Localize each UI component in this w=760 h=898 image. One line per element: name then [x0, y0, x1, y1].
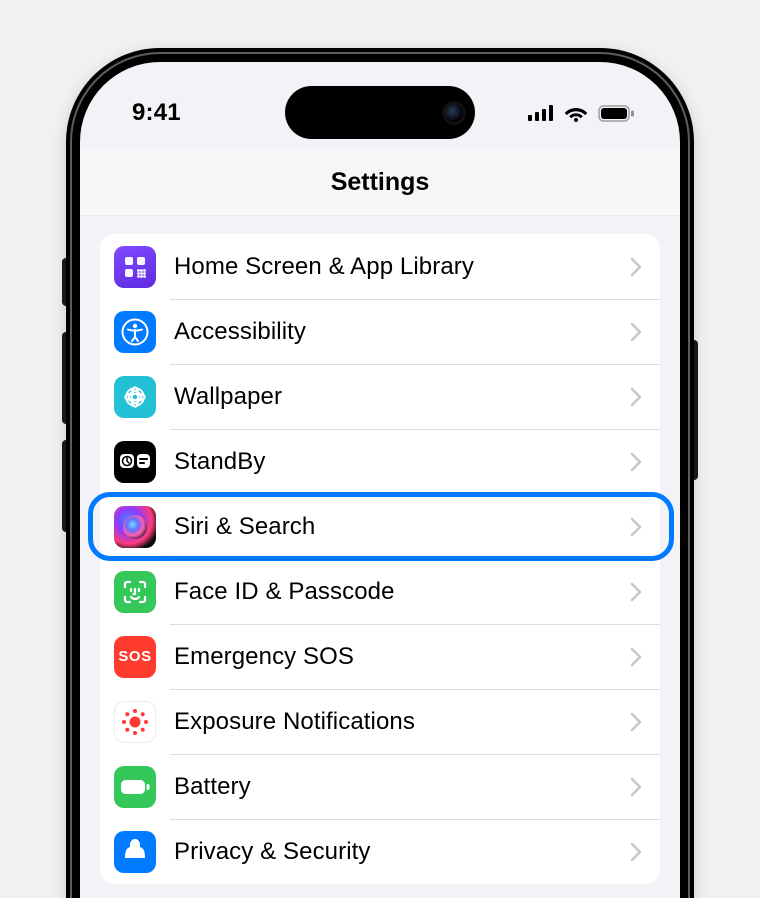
row-standby[interactable]: StandBy: [100, 429, 660, 494]
row-label: Emergency SOS: [174, 643, 630, 671]
row-siri-search[interactable]: Siri & Search: [100, 494, 660, 559]
row-label: StandBy: [174, 448, 630, 476]
row-label: Accessibility: [174, 318, 630, 346]
privacy-icon: [114, 831, 156, 873]
row-privacy[interactable]: Privacy & Security: [100, 819, 660, 884]
exposure-icon: [114, 701, 156, 743]
row-accessibility[interactable]: Accessibility: [100, 299, 660, 364]
row-battery[interactable]: Battery: [100, 754, 660, 819]
settings-list: Home Screen & App Library: [100, 234, 660, 884]
chevron-right-icon: [630, 842, 642, 862]
chevron-right-icon: [630, 257, 642, 277]
stage: 9:41: [0, 0, 760, 898]
row-wallpaper[interactable]: Wallpaper: [100, 364, 660, 429]
phone-frame: 9:41: [70, 52, 690, 898]
sos-text: SOS: [118, 648, 151, 665]
battery-settings-icon: [114, 766, 156, 808]
battery-icon: [598, 105, 634, 122]
page-title: Settings: [331, 168, 430, 197]
row-faceid[interactable]: Face ID & Passcode: [100, 559, 660, 624]
wifi-icon: [564, 105, 588, 122]
status-time: 9:41: [132, 99, 181, 127]
dynamic-island: [285, 86, 475, 139]
siri-icon: [114, 506, 156, 548]
volume-up-button[interactable]: [62, 332, 70, 424]
status-indicators: [528, 105, 634, 122]
chevron-right-icon: [630, 452, 642, 472]
row-home-screen[interactable]: Home Screen & App Library: [100, 234, 660, 299]
volume-down-button[interactable]: [62, 440, 70, 532]
chevron-right-icon: [630, 712, 642, 732]
standby-icon: [114, 441, 156, 483]
sos-icon: SOS: [114, 636, 156, 678]
row-label: Privacy & Security: [174, 838, 630, 866]
mute-switch[interactable]: [62, 258, 70, 306]
chevron-right-icon: [630, 517, 642, 537]
side-button[interactable]: [690, 340, 698, 480]
row-label: Wallpaper: [174, 383, 630, 411]
chevron-right-icon: [630, 387, 642, 407]
phone-screen: 9:41: [80, 62, 680, 898]
row-label: Home Screen & App Library: [174, 253, 630, 281]
chevron-right-icon: [630, 777, 642, 797]
row-emergency-sos[interactable]: SOS Emergency SOS: [100, 624, 660, 689]
row-label: Battery: [174, 773, 630, 801]
content-scroll[interactable]: Home Screen & App Library: [80, 224, 680, 898]
chevron-right-icon: [630, 582, 642, 602]
row-label: Exposure Notifications: [174, 708, 630, 736]
cellular-icon: [528, 105, 554, 121]
nav-header: Settings: [80, 150, 680, 216]
chevron-right-icon: [630, 647, 642, 667]
row-label: Face ID & Passcode: [174, 578, 630, 606]
row-exposure[interactable]: Exposure Notifications: [100, 689, 660, 754]
faceid-icon: [114, 571, 156, 613]
home-screen-icon: [114, 246, 156, 288]
wallpaper-icon: [114, 376, 156, 418]
accessibility-icon: [114, 311, 156, 353]
chevron-right-icon: [630, 322, 642, 342]
row-label: Siri & Search: [174, 513, 630, 541]
front-camera-icon: [445, 104, 463, 122]
